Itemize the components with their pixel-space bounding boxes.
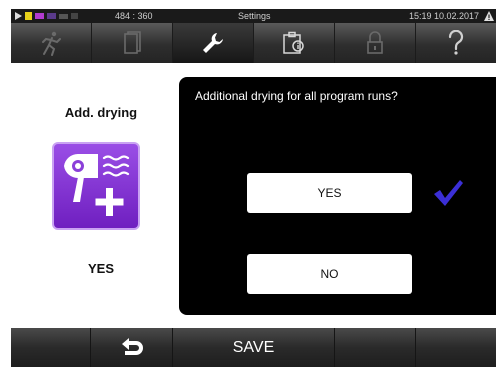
nav-bar: [11, 23, 496, 63]
bottom-bar-spacer: [11, 328, 91, 367]
status-icons: [15, 9, 78, 23]
card-icon: [25, 12, 32, 20]
printer-icon: [59, 14, 68, 19]
status-bar: 484 : 360 Settings 15:19 10.02.2017: [11, 9, 496, 23]
log-icon: [71, 13, 78, 19]
play-icon: [15, 12, 22, 20]
hair-dryer-graphic: [64, 153, 130, 216]
dialog-question: Additional drying for all program runs?: [195, 89, 398, 103]
clipboard-info-icon: [283, 31, 304, 54]
warning-icon: [484, 11, 494, 21]
bottom-bar-spacer: [416, 328, 496, 367]
current-setting-value: YES: [87, 261, 114, 276]
checkmark-icon: [434, 180, 463, 206]
nav-item-help[interactable]: [416, 23, 496, 63]
yes-button[interactable]: YES: [247, 173, 412, 213]
nav-item-lock[interactable]: [335, 23, 416, 63]
nav-item-settings[interactable]: [173, 23, 254, 63]
wrench-icon: [203, 33, 223, 53]
usb-icon: [35, 13, 44, 19]
screen-title: Settings: [238, 11, 271, 21]
screen-resolution: 484 : 360: [115, 11, 153, 21]
bottom-bar: SAVE: [11, 328, 496, 367]
running-person-icon: [42, 31, 61, 56]
option-dialog: Additional drying for all program runs? …: [179, 77, 496, 315]
no-button[interactable]: NO: [247, 254, 412, 294]
back-arrow-icon: [121, 337, 143, 355]
nav-item-log[interactable]: [92, 23, 173, 63]
document-icon: [124, 31, 141, 54]
device-screen: 484 : 360 Settings 15:19 10.02.2017 Add.…: [11, 9, 496, 367]
date-time: 15:19 10.02.2017: [409, 11, 480, 21]
network-icon: [47, 13, 56, 19]
hair-dryer-plus-icon: [52, 142, 140, 230]
save-button[interactable]: SAVE: [173, 328, 335, 367]
setting-title: Add. drying: [64, 105, 138, 120]
help-icon: [448, 30, 464, 55]
back-button[interactable]: [91, 328, 173, 367]
nav-item-programs[interactable]: [11, 23, 92, 63]
nav-item-info[interactable]: [254, 23, 335, 63]
padlock-icon: [367, 31, 383, 54]
bottom-bar-spacer: [335, 328, 416, 367]
